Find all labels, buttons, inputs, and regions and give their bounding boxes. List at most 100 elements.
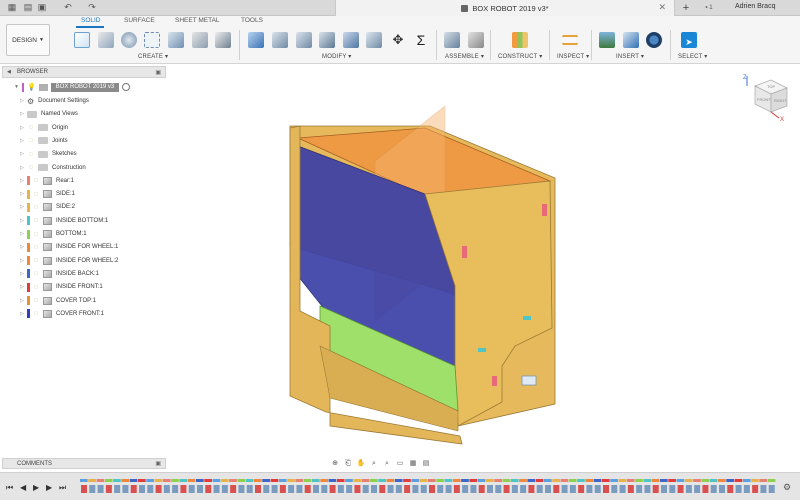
activate-radio-icon[interactable] [122, 83, 131, 91]
timeline-feature-icon[interactable] [603, 485, 609, 493]
timeline-feature-icon[interactable] [768, 485, 775, 493]
browser-item[interactable]: ▷ ◌ Rear:1 [20, 176, 74, 186]
lightbulb-icon[interactable]: ◌ [32, 190, 40, 198]
timeline-feature-icon[interactable] [470, 485, 477, 493]
timeline-feature-icon[interactable] [238, 485, 245, 493]
joint-glyph-icon[interactable] [521, 375, 537, 386]
timeline-feature-icon[interactable] [586, 485, 593, 493]
press-pull-icon[interactable] [248, 32, 264, 48]
select-cursor-icon[interactable]: ➤ [681, 32, 697, 48]
collapse-arrow-icon[interactable]: ◀ [7, 69, 11, 75]
timeline-feature-icon[interactable] [495, 485, 502, 493]
timeline-feature-icon[interactable] [321, 485, 328, 493]
timeline-feature-icon[interactable] [155, 485, 162, 493]
timeline-feature-icon[interactable] [727, 485, 734, 493]
joint-marker[interactable] [492, 376, 497, 386]
timeline-feature-icon[interactable] [255, 485, 261, 493]
document-tab[interactable]: BOX ROBOT 2019 v3* ✕ [335, 0, 675, 16]
timeline-feature-icon[interactable] [743, 485, 750, 493]
viewcube[interactable]: TOP FRONT RIGHT Z X [741, 72, 791, 122]
timeline-feature-icon[interactable] [503, 485, 510, 493]
timeline-feature-icon[interactable] [611, 485, 618, 493]
construct-group-label[interactable]: CONSTRUCT ▾ [498, 53, 542, 60]
timeline-feature-icon[interactable] [453, 485, 460, 493]
expand-arrow-icon[interactable]: ▷ [20, 218, 27, 224]
lightbulb-icon[interactable]: ◌ [27, 137, 35, 145]
timeline-feature-icon[interactable] [337, 485, 344, 493]
timeline-feature-icon[interactable] [478, 485, 485, 493]
timeline-feature-icon[interactable] [594, 485, 601, 493]
timeline-feature-icon[interactable] [379, 485, 386, 493]
browser-item[interactable]: ▷ ◌ INSIDE FRONT:1 [20, 282, 103, 292]
joint-marker[interactable] [478, 348, 486, 352]
timeline-feature-icon[interactable] [304, 485, 311, 493]
timeline-feature-icon[interactable] [445, 485, 452, 493]
timeline-feature-icon[interactable] [139, 485, 145, 493]
timeline-feature-icon[interactable] [395, 485, 402, 493]
expand-arrow-icon[interactable]: ▷ [20, 191, 27, 197]
expand-arrow-icon[interactable]: ▷ [20, 204, 27, 210]
browser-item[interactable]: ▷ ◌ INSIDE BOTTOM:1 [20, 216, 108, 226]
expand-arrow-icon[interactable]: ▷ [20, 231, 27, 237]
lightbulb-icon[interactable]: ◌ [32, 283, 40, 291]
timeline-feature-icon[interactable] [263, 485, 270, 493]
timeline-feature-icon[interactable] [387, 485, 394, 493]
browser-item[interactable]: ▷ ◌ SIDE:1 [20, 189, 75, 199]
timeline-feature-icon[interactable] [545, 485, 551, 493]
pan-hand-icon[interactable]: ✋ [356, 459, 366, 468]
expand-arrow-icon[interactable]: ▷ [20, 165, 27, 171]
measure-icon[interactable] [562, 35, 578, 45]
lightbulb-icon[interactable]: ◌ [27, 150, 35, 158]
lightbulb-icon[interactable]: 💡 [27, 83, 36, 91]
timeline-track[interactable] [80, 478, 776, 498]
expand-arrow-icon[interactable]: ▷ [20, 111, 27, 117]
go-to-end-icon[interactable]: ⏭ [59, 483, 66, 493]
lightbulb-icon[interactable]: ◌ [32, 297, 40, 305]
lightbulb-icon[interactable]: ◌ [32, 243, 40, 251]
browser-item[interactable]: ▷ ◌ COVER TOP:1 [20, 296, 96, 306]
timeline-feature-icon[interactable] [760, 485, 767, 493]
look-at-icon[interactable]: ⎗ [343, 459, 353, 468]
offset-plane-icon[interactable] [512, 32, 528, 48]
box-icon[interactable] [144, 32, 160, 48]
timeline-feature-icon[interactable] [619, 485, 626, 493]
lightbulb-icon[interactable]: ◌ [27, 164, 35, 172]
timeline-feature-icon[interactable] [429, 485, 435, 493]
new-sketch-icon[interactable] [74, 32, 90, 48]
revolve-icon[interactable] [121, 32, 137, 48]
timeline-feature-icon[interactable] [371, 485, 377, 493]
timeline-feature-icon[interactable] [313, 485, 319, 493]
tab-solid[interactable]: SOLID [81, 17, 101, 24]
timeline-feature-icon[interactable] [346, 485, 353, 493]
lightbulb-icon[interactable]: ◌ [27, 124, 35, 132]
browser-item[interactable]: ▷ ◌ Sketches [20, 149, 77, 159]
tab-tools[interactable]: TOOLS [241, 17, 263, 24]
timeline-feature-icon[interactable] [329, 485, 336, 493]
redo-icon[interactable]: ↷ [86, 2, 98, 13]
new-component-icon[interactable] [444, 32, 460, 48]
sigma-icon[interactable]: Σ [413, 32, 429, 48]
timeline-feature-icon[interactable] [404, 485, 411, 493]
timeline-settings-gear-icon[interactable]: ⚙ [783, 482, 791, 493]
timeline-feature-icon[interactable] [105, 485, 112, 493]
browser-item[interactable]: ▷ Named Views [20, 109, 78, 119]
timeline-feature-icon[interactable] [114, 485, 121, 493]
new-tab-button[interactable]: + [679, 1, 693, 15]
lightbulb-icon[interactable]: ◌ [32, 230, 40, 238]
tab-sheet-metal[interactable]: SHEET METAL [175, 17, 220, 24]
timeline-feature-icon[interactable] [669, 485, 676, 493]
select-group-label[interactable]: SELECT ▾ [678, 53, 708, 60]
insert-mesh-icon[interactable] [623, 32, 639, 48]
fit-icon[interactable]: ⌕ [382, 459, 392, 468]
timeline-feature-icon[interactable] [710, 485, 717, 493]
timeline-feature-icon[interactable] [230, 485, 237, 493]
joint-icon[interactable] [468, 32, 484, 48]
browser-item[interactable]: ▷ ◌ Construction [20, 163, 86, 173]
timeline-feature-icon[interactable] [677, 485, 684, 493]
timeline-feature-icon[interactable] [569, 485, 576, 493]
undo-icon[interactable]: ↶ [62, 2, 74, 13]
browser-item[interactable]: ▷ ◌ Joints [20, 136, 68, 146]
orbit-target-icon[interactable]: ⊕ [330, 459, 340, 468]
joint-marker[interactable] [462, 246, 467, 258]
shell-icon[interactable] [319, 32, 335, 48]
